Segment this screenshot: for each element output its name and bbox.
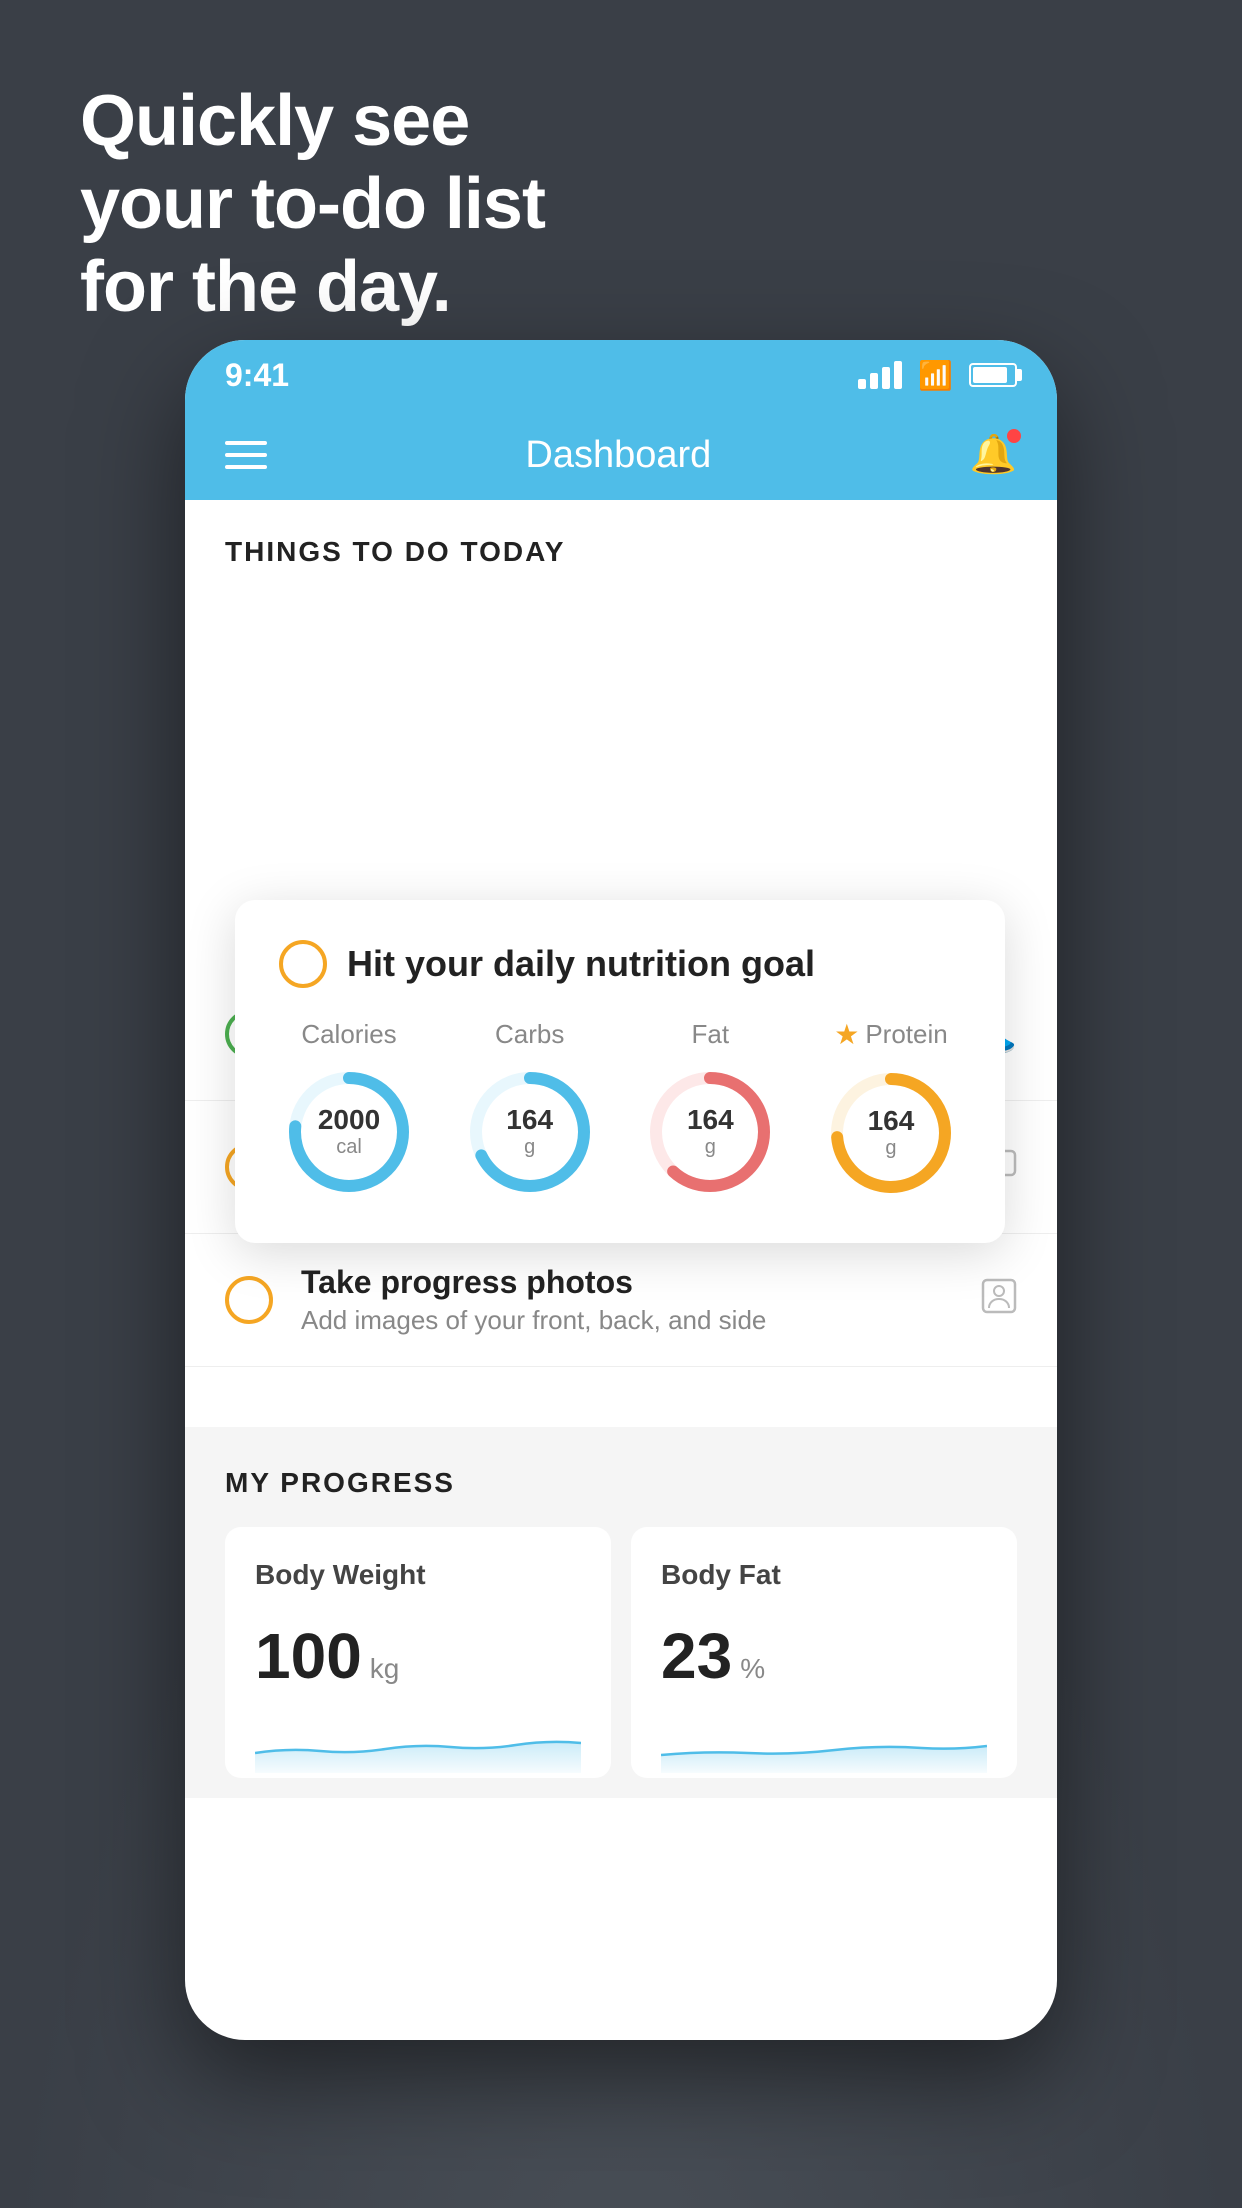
calories-metric: Calories 2000 cal <box>279 1019 419 1202</box>
calories-label: Calories <box>301 1019 396 1050</box>
body-weight-title: Body Weight <box>255 1559 581 1591</box>
nutrition-card-title-row: Hit your daily nutrition goal <box>279 940 961 988</box>
calories-donut: 2000 cal <box>279 1062 419 1202</box>
photos-subtitle: Add images of your front, back, and side <box>301 1305 953 1336</box>
photos-text: Take progress photos Add images of your … <box>301 1264 953 1336</box>
nutrition-radio-circle[interactable] <box>279 940 327 988</box>
person-icon <box>981 1278 1017 1323</box>
list-item[interactable]: Take progress photos Add images of your … <box>185 1234 1057 1367</box>
body-fat-title: Body Fat <box>661 1559 987 1591</box>
signal-icon <box>858 361 902 389</box>
protein-label-row: ★ Protein <box>834 1018 948 1051</box>
calories-unit: cal <box>318 1136 380 1159</box>
body-weight-chart <box>255 1713 581 1778</box>
phone-mockup: 9:41 📶 Dashboard 🔔 THINGS TO DO TODAY <box>185 340 1057 2040</box>
body-fat-value: 23 <box>661 1619 732 1693</box>
protein-value: 164 <box>868 1106 915 1137</box>
nutrition-card: Hit your daily nutrition goal Calories 2… <box>235 900 1005 1243</box>
body-fat-unit: % <box>740 1653 765 1685</box>
hamburger-menu[interactable] <box>225 441 267 469</box>
body-weight-unit: kg <box>370 1653 400 1685</box>
body-weight-value-row: 100 kg <box>255 1619 581 1693</box>
notification-dot <box>1007 429 1021 443</box>
star-icon: ★ <box>834 1018 859 1051</box>
nav-bar: Dashboard 🔔 <box>185 410 1057 500</box>
calories-value: 2000 <box>318 1105 380 1136</box>
nav-title: Dashboard <box>525 434 711 477</box>
photos-title: Take progress photos <box>301 1264 953 1301</box>
progress-heading: MY PROGRESS <box>225 1467 1017 1499</box>
fat-donut: 164 g <box>640 1062 780 1202</box>
carbs-label: Carbs <box>495 1019 564 1050</box>
carbs-unit: g <box>506 1136 553 1159</box>
fat-label: Fat <box>692 1019 730 1050</box>
fat-value: 164 <box>687 1105 734 1136</box>
photos-circle <box>225 1276 273 1324</box>
fat-metric: Fat 164 g <box>640 1019 780 1202</box>
status-icons: 📶 <box>858 359 1017 392</box>
body-weight-card: Body Weight 100 kg <box>225 1527 611 1778</box>
progress-cards: Body Weight 100 kg <box>225 1527 1017 1778</box>
progress-section: MY PROGRESS Body Weight 100 kg <box>185 1427 1057 1798</box>
status-bar: 9:41 📶 <box>185 340 1057 410</box>
nutrition-metrics: Calories 2000 cal Carbs <box>279 1018 961 1203</box>
body-fat-card: Body Fat 23 % <box>631 1527 1017 1778</box>
body-weight-value: 100 <box>255 1619 362 1693</box>
carbs-donut: 164 g <box>460 1062 600 1202</box>
body-fat-value-row: 23 % <box>661 1619 987 1693</box>
wifi-icon: 📶 <box>918 359 953 392</box>
body-fat-chart <box>661 1713 987 1778</box>
nutrition-card-title: Hit your daily nutrition goal <box>347 943 815 985</box>
things-to-do-header: THINGS TO DO TODAY <box>185 500 1057 588</box>
hero-text: Quickly see your to-do list for the day. <box>80 80 545 328</box>
notification-bell-icon[interactable]: 🔔 <box>970 433 1017 477</box>
protein-unit: g <box>868 1137 915 1160</box>
fat-unit: g <box>687 1136 734 1159</box>
protein-label: Protein <box>865 1019 947 1050</box>
protein-donut: 164 g <box>821 1063 961 1203</box>
carbs-metric: Carbs 164 g <box>460 1019 600 1202</box>
protein-metric: ★ Protein 164 g <box>821 1018 961 1203</box>
battery-icon <box>969 363 1017 387</box>
status-time: 9:41 <box>225 357 289 394</box>
carbs-value: 164 <box>506 1105 553 1136</box>
